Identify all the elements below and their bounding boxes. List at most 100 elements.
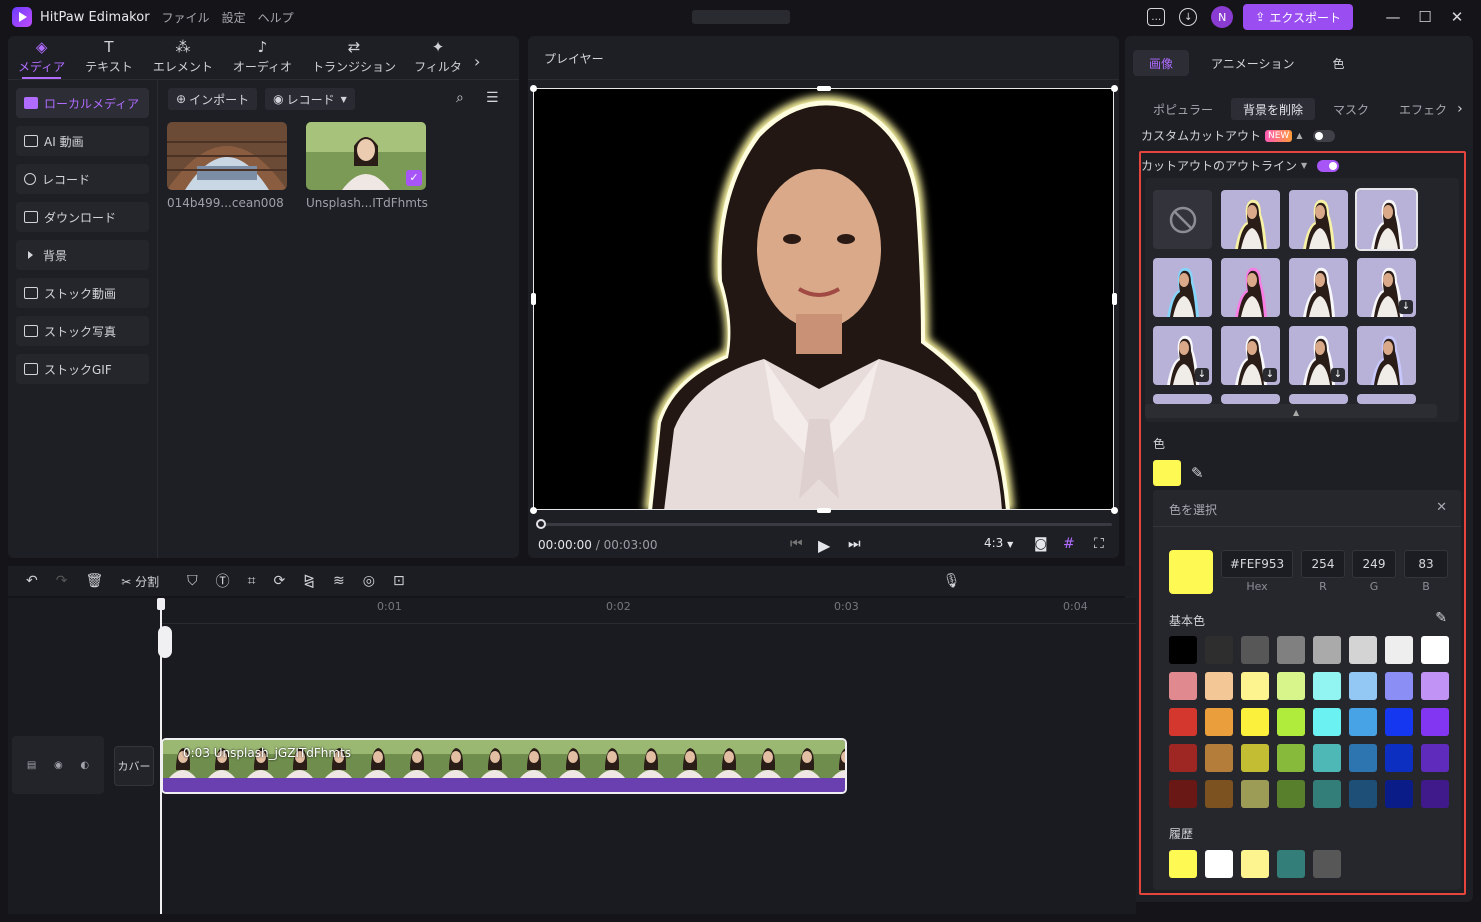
resize-handle-br[interactable] [1111,507,1118,514]
tab-text[interactable]: T テキスト [75,38,143,79]
sidebar-item-stock-gif[interactable]: ストックGIF [16,354,149,384]
aspect-ratio-dropdown[interactable]: 4:3 ▼ [984,536,1013,550]
playback-scrubber[interactable] [536,519,1112,529]
effect-grid-scrollbar[interactable] [1145,404,1437,418]
color-swatch[interactable] [1385,780,1413,808]
rotate-icon[interactable]: ⟳ [274,573,286,589]
camera-icon[interactable]: ◙ [1034,536,1048,552]
collapse-arrow-icon[interactable]: ▲ [1293,408,1299,417]
undo-icon[interactable]: ↶ [26,573,38,589]
resize-handle-left[interactable] [531,293,536,305]
color-swatch[interactable] [1385,708,1413,736]
color-swatch[interactable] [1277,780,1305,808]
subtab-remove-background[interactable]: 背景を削除 [1231,98,1316,120]
grid-icon[interactable]: # [1063,536,1075,552]
tab-image[interactable]: 画像 [1133,50,1190,76]
color-swatch[interactable] [1349,672,1377,700]
eyedropper-icon[interactable]: ✎ [1435,610,1447,626]
sidebar-item-local-media[interactable]: ローカルメディア [16,88,149,118]
color-swatch[interactable] [1313,672,1341,700]
export-button[interactable]: ⇪ エクスポート [1243,4,1353,30]
outline-effect-option[interactable] [1221,190,1280,249]
menu-file[interactable]: ファイル [162,9,210,26]
text-icon[interactable]: Ⓣ [216,571,230,591]
sidebar-item-record[interactable]: レコード [16,164,149,194]
redo-icon[interactable]: ↷ [56,573,68,589]
list-view-icon[interactable]: ☰ [486,90,499,106]
tab-color[interactable]: 色 [1317,50,1361,76]
color-swatch[interactable] [1385,744,1413,772]
color-swatch[interactable] [1349,636,1377,664]
resize-handle-bl[interactable] [530,507,537,514]
history-color-swatch[interactable] [1205,850,1233,878]
color-swatch[interactable] [1277,744,1305,772]
color-swatch[interactable] [1205,708,1233,736]
resize-handle-top[interactable] [817,86,831,91]
outline-effect-option[interactable] [1221,258,1280,317]
history-color-swatch[interactable] [1277,850,1305,878]
color-swatch[interactable] [1421,708,1449,736]
outline-effect-option[interactable] [1153,258,1212,317]
tab-element[interactable]: ⁂ エレメント [143,38,223,79]
color-swatch[interactable] [1421,780,1449,808]
subtab-mask[interactable]: マスク [1321,98,1381,120]
outline-effect-option[interactable] [1357,394,1416,404]
color-swatch[interactable] [1169,780,1197,808]
speed-icon[interactable]: ≋ [333,573,345,589]
outline-effect-option[interactable] [1221,394,1280,404]
color-swatch[interactable] [1205,636,1233,664]
playhead-handle[interactable] [157,598,165,610]
resize-handle-right[interactable] [1112,293,1117,305]
outline-color-swatch[interactable] [1153,460,1181,486]
outline-effect-option[interactable] [1357,326,1416,385]
mask-person-icon[interactable]: ◎ [363,573,375,589]
play-icon[interactable]: ▶ [818,536,830,555]
mirror-icon[interactable]: ⧎ [303,573,315,589]
b-input[interactable]: 83 [1404,550,1448,578]
tab-audio[interactable]: ♪ オーディオ [223,38,302,79]
tab-transition[interactable]: ⇄ トランジション [302,38,406,79]
playhead-split-icon[interactable] [158,626,172,658]
color-swatch[interactable] [1385,672,1413,700]
marker-icon[interactable]: ⛉ [187,573,198,589]
outline-effect-option[interactable] [1289,258,1348,317]
prev-frame-icon[interactable]: ⏮ [790,536,803,552]
split-button[interactable]: ✂ 分割 [121,573,159,590]
close-icon[interactable]: ✕ [1436,500,1447,515]
record-dropdown[interactable]: ◉ レコード ▼ [265,88,355,110]
resize-handle-tr[interactable] [1111,85,1118,92]
eyedropper-icon[interactable]: ✎ [1191,464,1204,482]
eye-icon[interactable]: ◉ [54,760,63,771]
color-swatch[interactable] [1313,780,1341,808]
color-swatch[interactable] [1277,636,1305,664]
caret-up-icon[interactable]: ▲ [1296,131,1302,140]
minimize-icon[interactable]: — [1377,8,1409,26]
no-effect-option[interactable] [1153,190,1212,249]
delete-icon[interactable]: 🗑 [85,573,103,589]
media-thumb-portrait[interactable]: ✓ [306,122,426,190]
subtab-effect[interactable]: エフェク [1387,98,1459,120]
chevron-right-icon[interactable]: › [1457,98,1463,120]
custom-cutout-toggle[interactable] [1312,129,1335,142]
color-swatch[interactable] [1169,672,1197,700]
fullscreen-icon[interactable]: ⛶ [1094,536,1104,552]
resize-handle-tl[interactable] [530,85,537,92]
color-swatch[interactable] [1349,708,1377,736]
color-swatch[interactable] [1349,744,1377,772]
color-swatch[interactable] [1241,744,1269,772]
outline-effect-option[interactable]: ↓ [1153,326,1212,385]
freeze-icon[interactable]: ⊡ [393,573,405,589]
g-input[interactable]: 249 [1352,550,1396,578]
tab-animation[interactable]: アニメーション [1195,50,1311,76]
color-swatch[interactable] [1169,708,1197,736]
tab-media[interactable]: ◈ メディア [8,38,75,79]
color-swatch[interactable] [1277,708,1305,736]
maximize-icon[interactable]: ☐ [1409,8,1441,26]
outline-toggle[interactable] [1317,159,1340,172]
caret-down-icon[interactable]: ▼ [1301,161,1307,170]
menu-settings[interactable]: 設定 [222,9,246,26]
feedback-icon[interactable]: … [1147,8,1166,26]
import-button[interactable]: ⊕ インポート [168,88,258,110]
color-swatch[interactable] [1385,636,1413,664]
microphone-icon[interactable]: 🎙 [943,573,961,589]
